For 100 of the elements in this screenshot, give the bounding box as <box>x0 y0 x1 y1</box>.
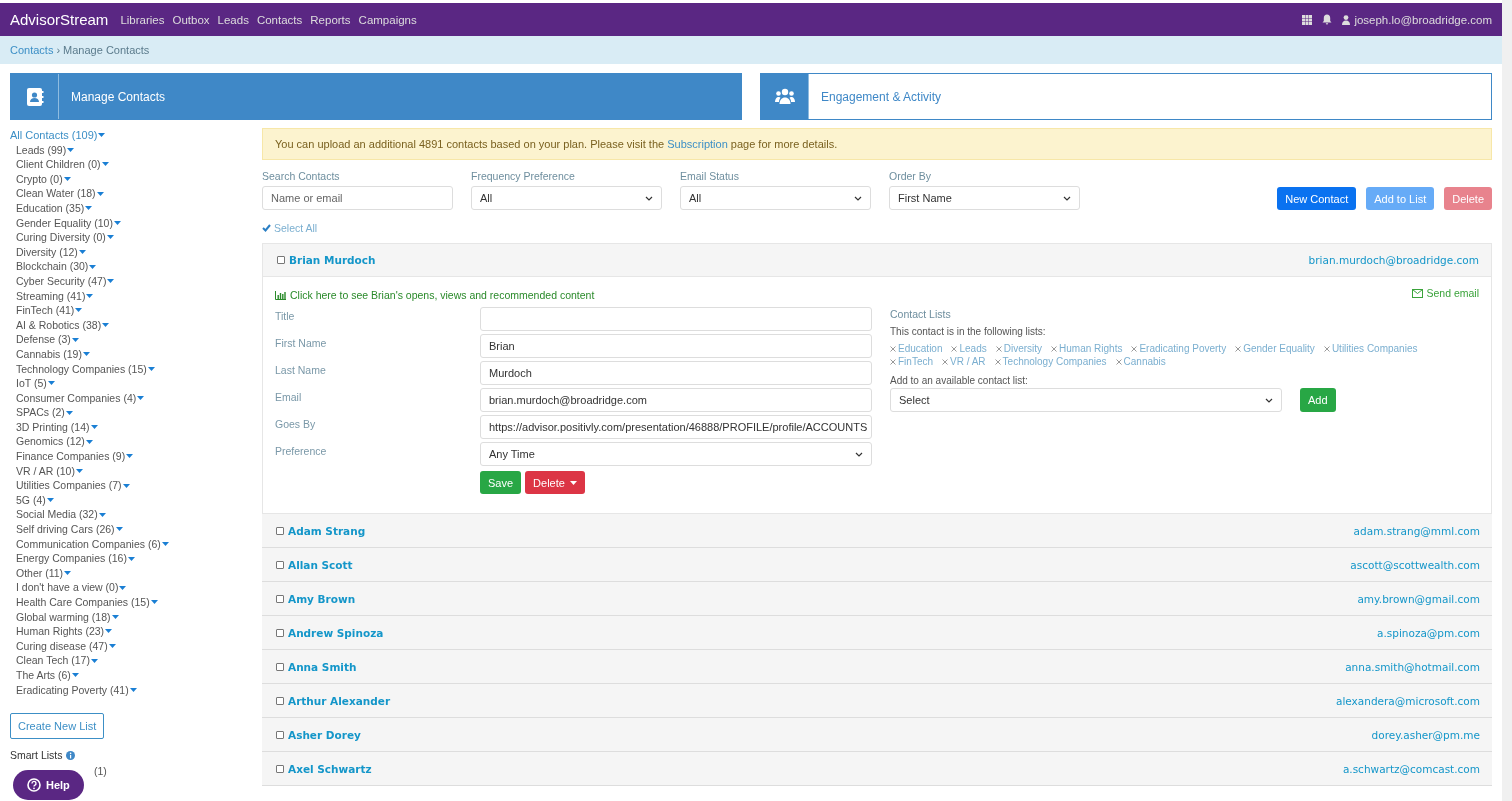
contact-list-link[interactable]: Curing Diversity (0) <box>16 230 106 245</box>
contact-list-link[interactable]: The Arts (6) <box>16 667 71 683</box>
input-field[interactable]: Brian <box>480 334 872 358</box>
caret-icon <box>71 337 79 342</box>
nav-link[interactable]: Outbox <box>172 13 210 26</box>
contact-list-link[interactable]: Blockchain (30) <box>16 259 89 274</box>
contact-list-link[interactable]: Technology Companies (15) <box>16 361 147 377</box>
envelope-icon <box>1412 288 1424 298</box>
checkbox[interactable] <box>276 526 284 535</box>
dropdown[interactable]: All <box>680 186 871 210</box>
input-field[interactable] <box>480 307 872 331</box>
checkbox[interactable] <box>276 764 284 773</box>
input-field[interactable]: Murdoch <box>480 361 872 385</box>
nav-link[interactable]: Reports <box>310 13 351 26</box>
contact-list-link[interactable]: FinTech (41) <box>16 303 75 318</box>
checkbox[interactable] <box>276 560 284 569</box>
section-tab[interactable]: Manage Contacts <box>10 73 742 120</box>
contact-list-link[interactable]: Human Rights (23) <box>16 624 105 639</box>
caret-icon <box>126 454 134 459</box>
filter-label: Frequency Preference <box>471 170 576 182</box>
checkbox[interactable] <box>276 662 284 671</box>
contact-list-link[interactable]: Self driving Cars (26) <box>16 522 115 537</box>
caret-icon <box>63 177 71 182</box>
nav-link[interactable]: Campaigns <box>358 13 417 26</box>
contact-list-link[interactable]: Cannabis (19) <box>16 346 82 362</box>
dropdown[interactable]: Select <box>890 388 1282 412</box>
contact-list-link[interactable]: Other (11) <box>16 565 64 581</box>
delete-button[interactable]: Delete <box>525 471 585 494</box>
search-field[interactable]: Name or email <box>262 186 453 210</box>
people-icon <box>774 87 795 106</box>
contact-list-link[interactable]: I don't have a view (0) <box>16 580 119 595</box>
field-label: Last Name <box>275 363 327 376</box>
contact-list-link[interactable]: Leads (99) <box>16 142 67 158</box>
section-heading: Contact Lists <box>890 308 952 320</box>
caret-icon <box>75 468 83 473</box>
caret-icon <box>89 264 97 269</box>
contact-list-link[interactable]: Client Children (0) <box>16 157 101 172</box>
checkbox[interactable] <box>276 730 284 739</box>
contact-list-link[interactable]: Social Media (32) <box>16 507 98 523</box>
nav-link[interactable]: Libraries <box>120 13 165 26</box>
contact-list-link[interactable]: Defense (3) <box>16 332 71 347</box>
action-button[interactable]: New Contact <box>1277 187 1357 210</box>
contact-list-link[interactable]: Streaming (41) <box>16 288 86 304</box>
caret-icon <box>46 498 54 503</box>
checkbox[interactable] <box>277 256 285 264</box>
chevron-icon <box>645 195 653 201</box>
dropdown[interactable]: First Name <box>889 186 1080 210</box>
contact-list-link[interactable]: Education (35) <box>16 200 85 216</box>
contact-list-link[interactable]: Energy Companies (16) <box>16 551 127 566</box>
caret-icon <box>64 571 72 576</box>
contact-list-link[interactable]: IoT (5) <box>16 376 47 391</box>
nav-link[interactable]: Contacts <box>256 13 303 26</box>
contact-list-link[interactable]: Global warming (18) <box>16 609 111 625</box>
activity-link[interactable]: Click here to see Brian's opens, views and recommended content <box>290 289 595 301</box>
alert-message: You can upload an additional 4891 contacts based on your plan. Please visit the Subscription page for more details. <box>262 128 1492 160</box>
checkbox[interactable] <box>276 628 284 637</box>
contact-list-link[interactable]: Curing disease (47) <box>16 638 108 654</box>
caret-icon <box>85 206 93 211</box>
question-icon <box>27 778 41 792</box>
dropdown[interactable]: Any Time <box>480 442 872 466</box>
contact-list-link[interactable]: Clean Water (18) <box>16 186 96 201</box>
input-field[interactable]: brian.murdoch@broadridge.com <box>480 388 872 412</box>
breadcrumb-current: Manage Contacts <box>63 44 150 56</box>
dropdown[interactable]: All <box>471 186 662 210</box>
contact-list-link[interactable]: Finance Companies (9) <box>16 449 126 464</box>
contact-list-link[interactable]: Cyber Security (47) <box>16 273 107 289</box>
contact-list-link[interactable]: Utilities Companies (7) <box>16 478 122 493</box>
contact-list-link[interactable]: Consumer Companies (4) <box>16 390 137 406</box>
contact-list-link[interactable]: Health Care Companies (15) <box>16 595 150 610</box>
create-list-button[interactable]: Create New List <box>10 713 105 740</box>
checkbox[interactable] <box>276 696 284 705</box>
nav-link[interactable]: Leads <box>217 13 249 26</box>
chevron-icon <box>854 195 862 201</box>
apps-grid-icon <box>1302 14 1313 25</box>
contact-list-link[interactable]: All Contacts (109) <box>10 128 98 143</box>
contact-list-link[interactable]: Diversity (12) <box>16 244 78 260</box>
remove-icon <box>1235 345 1242 352</box>
user-menu-link[interactable]: joseph.lo@broadridge.com <box>1354 13 1492 26</box>
caret-icon <box>119 585 127 590</box>
contact-list-link[interactable]: Clean Tech (17) <box>16 653 90 668</box>
checkbox[interactable] <box>276 594 284 603</box>
caret-icon <box>111 614 119 619</box>
contact-list-link[interactable]: Genomics (12) <box>16 434 85 450</box>
help-button[interactable]: Help <box>13 770 84 800</box>
remove-icon <box>1131 345 1138 352</box>
caret-icon <box>90 658 98 663</box>
brand-logo[interactable]: AdvisorStream <box>10 11 109 28</box>
contact-list-link[interactable]: Gender Equality (10) <box>16 215 113 231</box>
contact-list-link[interactable]: VR / AR (10) <box>16 463 75 479</box>
contact-list-link[interactable]: Crypto (0) <box>16 171 63 187</box>
contact-list-link[interactable]: 5G (4) <box>16 492 46 508</box>
contact-list-link[interactable]: AI & Robotics (38) <box>16 317 102 333</box>
contact-list-link[interactable]: SPACs (2) <box>16 405 65 420</box>
contact-list-link[interactable]: Communication Companies (6) <box>16 536 161 552</box>
section-tab[interactable]: Engagement & Activity <box>760 73 1492 120</box>
input-field[interactable]: https://advisor.positivly.com/presentation/46888/PROFILE/profile/ACCOUNTS <box>480 415 872 439</box>
caret-icon <box>129 687 137 692</box>
contact-list-link[interactable]: Eradicating Poverty (41) <box>16 682 129 698</box>
smart-list-count: (1) <box>94 765 107 778</box>
contact-list-link[interactable]: 3D Printing (14) <box>16 419 90 435</box>
